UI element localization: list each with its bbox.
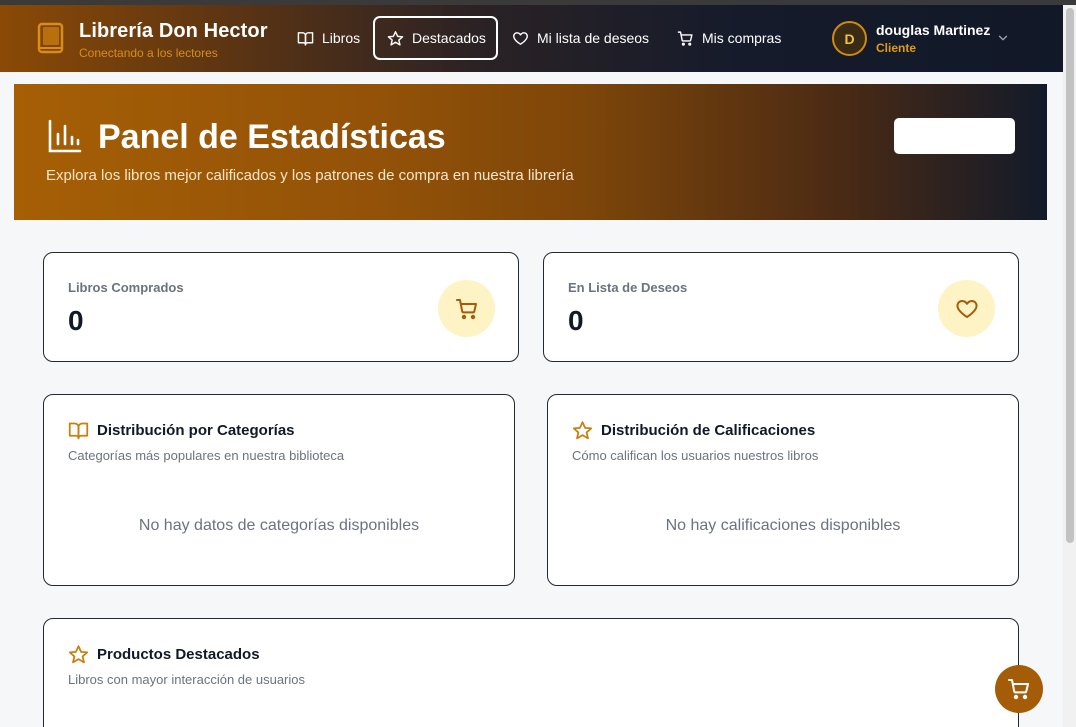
stat-label: En Lista de Deseos [568, 280, 688, 295]
cart-icon [455, 298, 477, 319]
featured-products-card: Productos Destacados Libros con mayor in… [43, 618, 1019, 727]
categories-subtitle: Categorías más populares en nuestra bibl… [68, 448, 345, 463]
stat-value: 0 [68, 305, 84, 336]
floating-cart-button[interactable] [995, 665, 1043, 713]
nav-libros-label: Libros [322, 30, 361, 46]
nav-destacados-label: Destacados [412, 30, 486, 46]
hero-banner: Panel de Estadísticas Explora los libros… [14, 84, 1047, 220]
nav-mis-compras-label: Mis compras [702, 30, 782, 46]
stat-label: Libros Comprados [68, 280, 184, 295]
categories-empty-message: No hay datos de categorías disponibles [138, 517, 420, 534]
scrollbar-thumb[interactable] [1066, 8, 1074, 543]
star-icon [68, 645, 89, 664]
heart-icon [513, 31, 528, 45]
ratings-card: Distribución de Calificaciones Cómo cali… [547, 394, 1019, 586]
ratings-subtitle: Cómo califican los usuarios nuestros lib… [572, 448, 819, 463]
star-icon [387, 30, 404, 46]
user-avatar[interactable]: D [832, 21, 867, 56]
brand-subtitle: Conectando a los lectores [79, 46, 218, 60]
cart-icon [677, 30, 693, 46]
top-navbar: Librería Don Hector Conectando a los lec… [0, 5, 1063, 72]
featured-header: Productos Destacados [68, 644, 260, 665]
star-icon [572, 421, 593, 440]
brand-title[interactable]: Librería Don Hector [79, 20, 268, 43]
categories-title: Distribución por Categorías [97, 422, 295, 439]
nav-destacados[interactable]: Destacados [373, 16, 498, 60]
stat-card-deseos: En Lista de Deseos 0 [543, 252, 1019, 362]
user-name[interactable]: douglas Martinez [876, 22, 990, 38]
stat-icon-badge [438, 280, 495, 337]
featured-title: Productos Destacados [97, 646, 260, 663]
nav-mis-compras[interactable]: Mis compras [677, 16, 781, 60]
ratings-header: Distribución de Calificaciones [572, 420, 815, 441]
stat-value: 0 [568, 305, 584, 336]
featured-subtitle: Libros con mayor interacción de usuarios [68, 672, 306, 687]
ratings-title: Distribución de Calificaciones [601, 422, 816, 439]
nav-libros[interactable]: Libros [297, 16, 360, 60]
nav-lista-deseos[interactable]: Mi lista de deseos [512, 16, 649, 60]
user-role: Cliente [876, 41, 917, 55]
page-title: Panel de Estadísticas [98, 118, 446, 156]
nav-lista-deseos-label: Mi lista de deseos [537, 30, 650, 46]
ratings-empty-message: No hay calificaciones disponibles [665, 517, 901, 534]
book-icon [297, 31, 314, 46]
hero-action-button[interactable] [894, 118, 1015, 154]
stat-card-compras: Libros Comprados 0 [43, 252, 519, 362]
categories-card: Distribución por Categorías Categorías m… [43, 394, 515, 586]
book-logo-icon [37, 22, 64, 54]
stat-icon-badge [938, 280, 995, 337]
cart-icon [1008, 679, 1029, 700]
categories-header: Distribución por Categorías [68, 420, 295, 441]
book-icon [68, 422, 89, 440]
chevron-down-icon[interactable] [996, 31, 1010, 45]
page-subtitle: Explora los libros mejor calificados y l… [46, 167, 574, 184]
heart-icon [956, 299, 977, 318]
bar-chart-icon [48, 119, 82, 153]
